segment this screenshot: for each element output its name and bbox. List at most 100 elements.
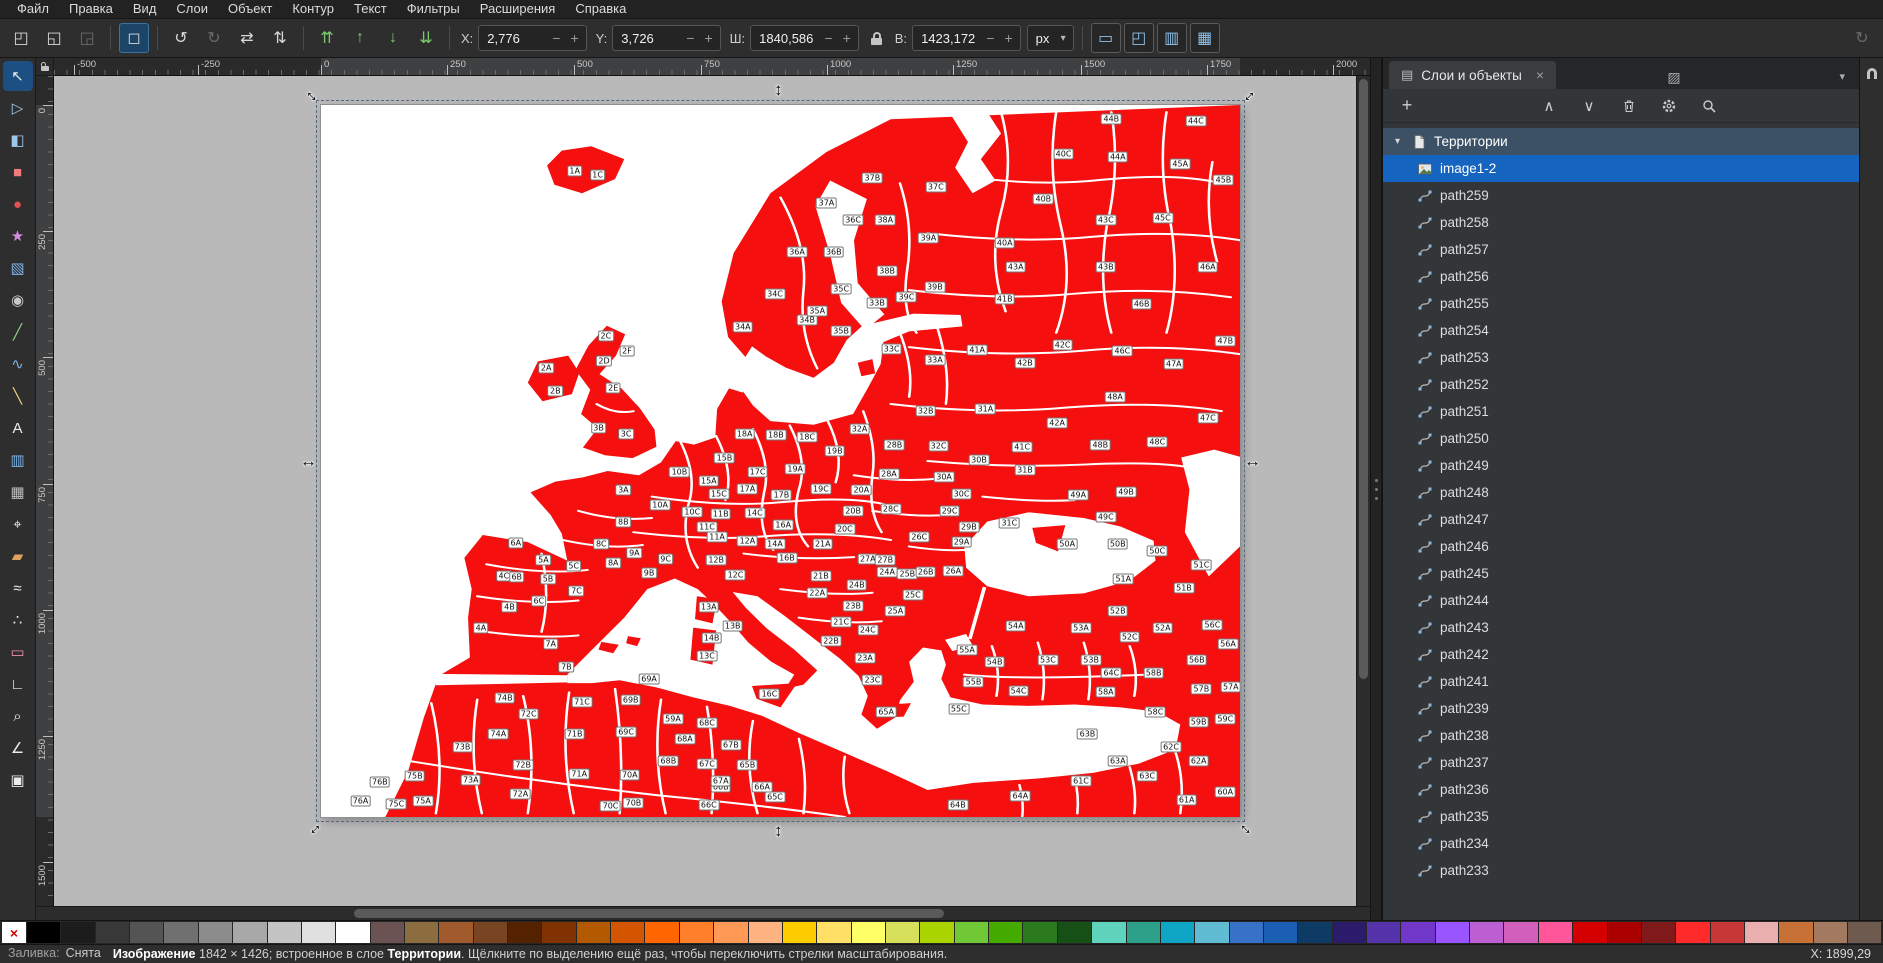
palette-swatch[interactable] bbox=[1435, 922, 1470, 943]
palette-swatch[interactable] bbox=[954, 922, 989, 943]
layer-item-path239[interactable]: path239 bbox=[1383, 695, 1859, 722]
palette-swatch[interactable] bbox=[1641, 922, 1676, 943]
layer-item-path247[interactable]: path247 bbox=[1383, 506, 1859, 533]
settings-button[interactable] bbox=[1657, 94, 1681, 118]
scale-handle-w[interactable]: ↔ bbox=[300, 453, 317, 470]
palette-swatch[interactable] bbox=[1126, 922, 1160, 943]
palette-swatch[interactable] bbox=[1676, 922, 1710, 943]
palette-swatch[interactable] bbox=[1607, 922, 1641, 943]
shape-builder-tool[interactable]: ◧ bbox=[3, 125, 33, 155]
move-down-button[interactable]: ∨ bbox=[1577, 94, 1601, 118]
horizontal-ruler[interactable]: -500 -250 0 250 500 750 1000 1250 1500 1750 2000 bbox=[54, 58, 1370, 76]
height-field[interactable]: 1423,172− + bbox=[912, 25, 1021, 51]
layer-item-path248[interactable]: path248 bbox=[1383, 479, 1859, 506]
layer-item-path258[interactable]: path258 bbox=[1383, 209, 1859, 236]
layer-item-path238[interactable]: path238 bbox=[1383, 722, 1859, 749]
dock-menu-chevron-icon[interactable]: ▾ bbox=[1839, 70, 1853, 89]
palette-swatch[interactable] bbox=[27, 922, 61, 943]
layer-item-path249[interactable]: path249 bbox=[1383, 452, 1859, 479]
flip-horizontal-icon[interactable]: ⇄ bbox=[232, 23, 262, 53]
width-field-increase[interactable]: + bbox=[838, 30, 856, 46]
width-field-value[interactable]: 1840,586 bbox=[753, 31, 819, 46]
menubar-item-9[interactable]: Справка bbox=[566, 0, 635, 18]
snap-toggle-icon[interactable] bbox=[1866, 68, 1877, 79]
text-tool[interactable]: A bbox=[3, 413, 33, 443]
rotate-ccw-icon[interactable]: ↺ bbox=[166, 23, 196, 53]
menubar-item-5[interactable]: Контур bbox=[283, 0, 343, 18]
search-button[interactable] bbox=[1697, 94, 1721, 118]
measure-tool[interactable]: ∠ bbox=[3, 733, 33, 763]
palette-swatch[interactable] bbox=[1195, 922, 1229, 943]
palette-swatch[interactable] bbox=[1263, 922, 1298, 943]
layer-item-path233[interactable]: path233 bbox=[1383, 857, 1859, 884]
mesh-gradient-tool[interactable]: ▦ bbox=[3, 477, 33, 507]
move-up-button[interactable]: ∧ bbox=[1537, 94, 1561, 118]
x-field-decrease[interactable]: − bbox=[547, 30, 565, 46]
palette-swatch[interactable] bbox=[645, 922, 679, 943]
layer-item-path259[interactable]: path259 bbox=[1383, 182, 1859, 209]
scale-pattern-toggle[interactable]: ▦ bbox=[1189, 23, 1220, 53]
x-field-value[interactable]: 2,776 bbox=[481, 31, 547, 46]
palette-swatch[interactable] bbox=[1504, 922, 1538, 943]
palette-swatch[interactable] bbox=[130, 922, 164, 943]
palette-swatch[interactable] bbox=[1229, 922, 1263, 943]
scale-handle-e[interactable]: ↔ bbox=[1244, 453, 1261, 470]
palette-swatch[interactable] bbox=[576, 922, 611, 943]
palette-swatch[interactable] bbox=[1744, 922, 1779, 943]
palette-swatch[interactable] bbox=[1057, 922, 1092, 943]
selection-bbox-toggle[interactable]: ◻ bbox=[119, 23, 149, 53]
pen-tool[interactable]: ∿ bbox=[3, 349, 33, 379]
dock-tab-secondary[interactable]: ▨ bbox=[1656, 65, 1692, 89]
menubar-item-1[interactable]: Правка bbox=[60, 0, 122, 18]
layer-item-path245[interactable]: path245 bbox=[1383, 560, 1859, 587]
menubar-item-8[interactable]: Расширения bbox=[471, 0, 565, 18]
scale-gradient-toggle[interactable]: ▥ bbox=[1156, 23, 1187, 53]
box3d-tool[interactable]: ▧ bbox=[3, 253, 33, 283]
palette-swatch[interactable] bbox=[714, 922, 748, 943]
menubar-item-7[interactable]: Фильтры bbox=[398, 0, 469, 18]
layer-item-path234[interactable]: path234 bbox=[1383, 830, 1859, 857]
star-tool[interactable]: ★ bbox=[3, 221, 33, 251]
vertical-ruler[interactable]: 0 250 500 750 1000 1250 1500 bbox=[36, 76, 54, 906]
layer-item-path236[interactable]: path236 bbox=[1383, 776, 1859, 803]
palette-swatch[interactable] bbox=[817, 922, 851, 943]
palette-swatch[interactable] bbox=[1401, 922, 1435, 943]
palette-swatch[interactable] bbox=[679, 922, 714, 943]
palette-swatch[interactable] bbox=[301, 922, 336, 943]
height-field-increase[interactable]: + bbox=[999, 30, 1017, 46]
menubar-item-3[interactable]: Слои bbox=[167, 0, 217, 18]
palette-swatch[interactable] bbox=[336, 922, 370, 943]
width-field[interactable]: 1840,586− + bbox=[750, 25, 859, 51]
palette-swatch[interactable] bbox=[1298, 922, 1332, 943]
tweak-tool[interactable]: ≈ bbox=[3, 573, 33, 603]
palette-swatch[interactable] bbox=[1573, 922, 1607, 943]
palette-swatch[interactable] bbox=[1470, 922, 1504, 943]
palette-swatch[interactable] bbox=[267, 922, 301, 943]
palette-swatch[interactable] bbox=[782, 922, 817, 943]
scale-handle-nw[interactable]: ↔ bbox=[301, 82, 326, 107]
layer-item-path252[interactable]: path252 bbox=[1383, 371, 1859, 398]
scale-stroke-toggle[interactable]: ▭ bbox=[1090, 23, 1121, 53]
raise-to-top-icon[interactable]: ⇈ bbox=[312, 23, 342, 53]
palette-swatch[interactable] bbox=[1332, 922, 1367, 943]
palette-swatch[interactable] bbox=[164, 922, 198, 943]
lock-ratio-toggle[interactable] bbox=[865, 23, 889, 53]
palette-swatch[interactable] bbox=[1538, 922, 1573, 943]
layer-item-path246[interactable]: path246 bbox=[1383, 533, 1859, 560]
node-tool[interactable]: ▷ bbox=[3, 93, 33, 123]
lower-icon[interactable]: ↓ bbox=[378, 23, 408, 53]
ruler-corner[interactable] bbox=[36, 58, 54, 76]
tab-layers-and-objects[interactable]: ▤ Слои и объекты × bbox=[1389, 61, 1557, 89]
palette-swatch[interactable] bbox=[370, 922, 404, 943]
height-field-decrease[interactable]: − bbox=[981, 30, 999, 46]
document-page[interactable]: 1A 1C 2A 2B 2C 2D 2E 2F 3A 3B 3C 4A 4B 4C 5A 5B 5C 6A 6B 6C… bbox=[300, 82, 1261, 840]
x-field[interactable]: 2,776− + bbox=[478, 25, 587, 51]
layer-item-path257[interactable]: path257 bbox=[1383, 236, 1859, 263]
spiral-tool[interactable]: ◉ bbox=[3, 285, 33, 315]
palette-swatch[interactable] bbox=[508, 922, 542, 943]
y-field-decrease[interactable]: − bbox=[681, 30, 699, 46]
menubar-item-4[interactable]: Объект bbox=[219, 0, 281, 18]
palette-swatch[interactable] bbox=[439, 922, 473, 943]
expander-icon[interactable]: ▾ bbox=[1391, 136, 1404, 147]
layer-item-path243[interactable]: path243 bbox=[1383, 614, 1859, 641]
